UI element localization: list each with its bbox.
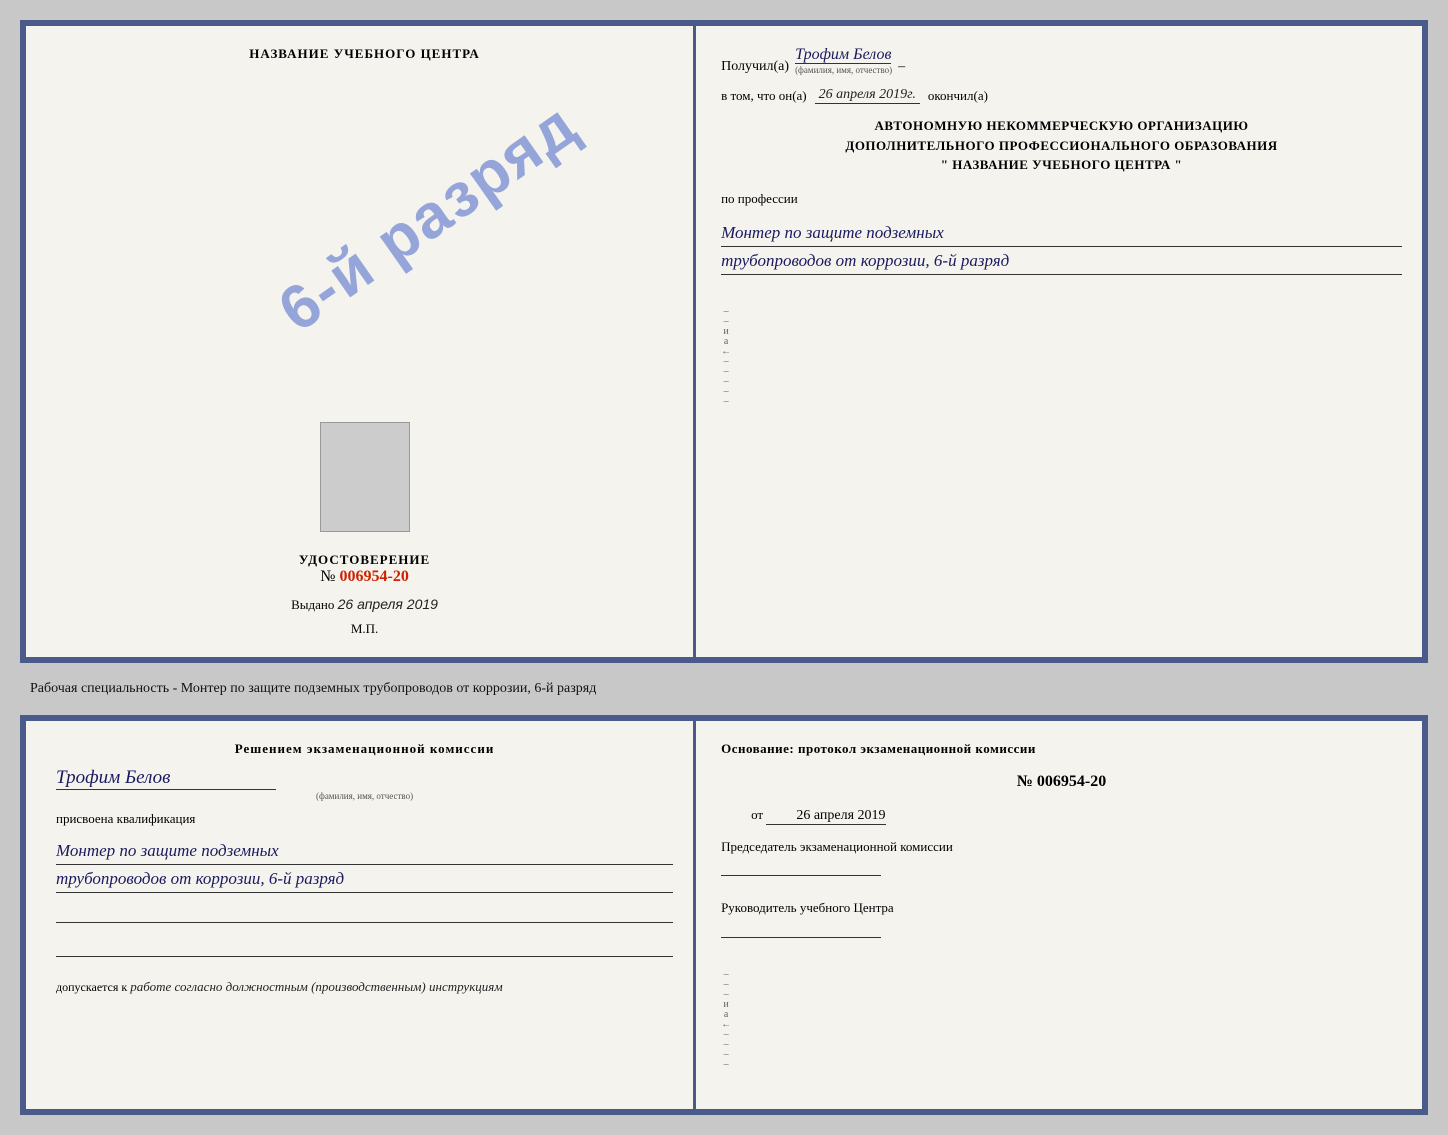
- recipient-sublabel: (фамилия, имя, отчество): [795, 65, 892, 75]
- stamp-overlay: 6-й разряд: [275, 122, 615, 462]
- profession-line2: трубопроводов от коррозии, 6-й разряд: [721, 247, 1402, 275]
- org-block: АВТОНОМНУЮ НЕКОММЕРЧЕСКУЮ ОРГАНИЗАЦИЮ ДО…: [721, 116, 1402, 175]
- qualification-block: Монтер по защите подземных трубопроводов…: [56, 837, 673, 893]
- page-wrapper: НАЗВАНИЕ УЧЕБНОГО ЦЕНТРА 6-й разряд УДОС…: [20, 20, 1428, 1115]
- assigned-label: присвоена квалификация: [56, 811, 673, 827]
- stamp-text: 6-й разряд: [266, 89, 591, 346]
- commission-title: Решением экзаменационной комиссии: [56, 741, 673, 757]
- cert-id-block: УДОСТОВЕРЕНИЕ № 006954-20: [299, 552, 430, 586]
- org-center-name: НАЗВАНИЕ УЧЕБНОГО ЦЕНТРА: [952, 157, 1171, 172]
- cert-id-value: 006954-20: [340, 568, 409, 585]
- protocol-number: № 006954-20: [721, 773, 1402, 791]
- center-head-block: Руководитель учебного Центра: [721, 898, 1402, 938]
- blank-line-2: [56, 941, 673, 957]
- chairman-block: Председатель экзаменационной комиссии: [721, 837, 1402, 877]
- person-sublabel: (фамилия, имя, отчество): [56, 791, 673, 801]
- profession-block: Монтер по защите подземных трубопроводов…: [721, 219, 1402, 275]
- photo-placeholder: [320, 422, 410, 532]
- basis-title: Основание: протокол экзаменационной коми…: [721, 741, 1402, 757]
- received-line: Получил(а) Трофим Белов (фамилия, имя, о…: [721, 46, 1402, 75]
- cert-top-right: Получил(а) Трофим Белов (фамилия, имя, о…: [696, 26, 1422, 657]
- chairman-signature-line: [721, 860, 881, 876]
- cert-top-title: НАЗВАНИЕ УЧЕБНОГО ЦЕНТРА: [249, 46, 480, 62]
- protocol-date-line: от 26 апреля 2019: [721, 807, 1402, 825]
- bottom-right-dashes: – – – и а ← – – – –: [719, 970, 733, 1070]
- center-head-signature-line: [721, 922, 881, 938]
- issued-line: Выдано 26 апреля 2019: [291, 586, 438, 613]
- issued-date: 26 апреля 2019: [338, 596, 438, 612]
- допускается-text: работе согласно должностным (производств…: [130, 979, 502, 994]
- protocol-date: 26 апреля 2019: [766, 808, 885, 825]
- completion-date: 26 апреля 2019г.: [815, 87, 920, 104]
- qual-line2: трубопроводов от коррозии, 6-й разряд: [56, 865, 673, 893]
- cert-id-number: № 006954-20: [299, 568, 430, 586]
- qual-line1: Монтер по защите подземных: [56, 837, 673, 865]
- blank-line-1: [56, 907, 673, 923]
- bottom-certificate: Решением экзаменационной комиссии Трофим…: [20, 715, 1428, 1115]
- profession-label: по профессии: [721, 191, 1402, 207]
- cert-bottom-right: Основание: протокол экзаменационной коми…: [696, 721, 1422, 1109]
- right-dashes: – – и а ← – – – – –: [719, 307, 733, 407]
- specialty-text: Рабочая специальность - Монтер по защите…: [20, 675, 1428, 703]
- cert-id-label: УДОСТОВЕРЕНИЕ: [299, 552, 430, 568]
- person-block: Трофим Белов (фамилия, имя, отчество): [56, 767, 673, 801]
- date-line: в том, что он(а) 26 апреля 2019г. окончи…: [721, 87, 1402, 104]
- допускается-line: допускается к работе согласно должностны…: [56, 979, 673, 995]
- cert-top-left: НАЗВАНИЕ УЧЕБНОГО ЦЕНТРА 6-й разряд УДОС…: [26, 26, 696, 657]
- mp-line: М.П.: [351, 621, 378, 637]
- person-name: Трофим Белов: [56, 767, 276, 790]
- cert-bottom-left: Решением экзаменационной комиссии Трофим…: [26, 721, 696, 1109]
- top-certificate: НАЗВАНИЕ УЧЕБНОГО ЦЕНТРА 6-й разряд УДОС…: [20, 20, 1428, 663]
- profession-line1: Монтер по защите подземных: [721, 219, 1402, 247]
- recipient-name: Трофим Белов: [795, 46, 891, 64]
